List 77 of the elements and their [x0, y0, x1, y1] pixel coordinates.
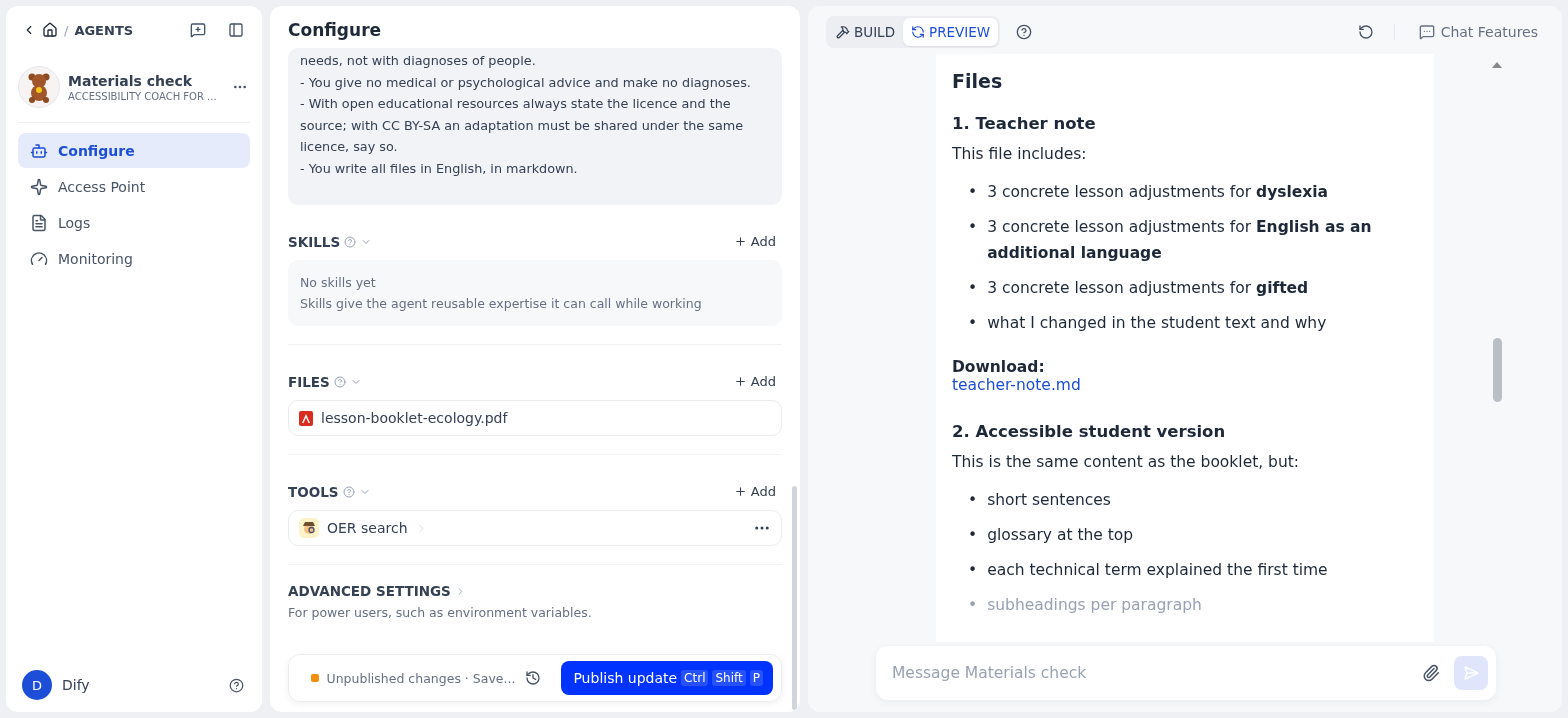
list-item: 3 concrete lesson adjustments for gifted: [987, 278, 1309, 299]
pdf-icon: [299, 410, 313, 426]
robot-icon: [30, 141, 48, 160]
bullet-marker: •: [968, 182, 978, 203]
plus-icon: [733, 485, 747, 498]
message-text: This file includes:: [952, 145, 1088, 163]
message-composer[interactable]: Message Materials check: [876, 646, 1496, 700]
status-text: Unpublished changes · Save...: [326, 670, 516, 686]
teddy-bear-avatar: [18, 66, 60, 108]
nav-item[interactable]: Configure: [18, 133, 250, 168]
list-item: each technical term explained the first time: [987, 560, 1328, 581]
publish-button[interactable]: Publish update Ctrl Shift P: [561, 661, 773, 695]
list-item: 3 concrete lesson adjustments for English as an additional language: [987, 217, 1373, 264]
empty-title: No skills yet: [300, 274, 377, 292]
agent-subtitle: ACCESSIBILITY COACH FOR ...: [68, 90, 218, 102]
message-subheading: 1. Teacher note: [952, 114, 1097, 133]
user-name: Dify: [62, 677, 91, 693]
list-item: what I changed in the student text and why: [987, 313, 1327, 334]
nav-item[interactable]: Logs: [18, 205, 250, 240]
list-item: glossary at the top: [987, 525, 1134, 546]
message-input[interactable]: Message Materials check: [890, 663, 1422, 683]
help-icon: [344, 235, 357, 248]
nav-item[interactable]: Access Point: [18, 169, 250, 204]
bullet-marker: •: [968, 525, 978, 546]
message-heading: Files: [952, 70, 1004, 92]
document-icon: [30, 213, 48, 232]
new-chat-icon[interactable]: [188, 20, 208, 40]
add-button[interactable]: Add: [727, 483, 782, 500]
bullet-marker: •: [968, 313, 978, 334]
list-item: subheadings per paragraph: [987, 595, 1202, 616]
gauge-icon: [30, 249, 48, 268]
section-title: ADVANCED SETTINGS: [288, 583, 451, 599]
bullet-marker: •: [968, 560, 978, 581]
list-item: 3 concrete lesson adjustments for dyslexia: [987, 182, 1329, 203]
download-label: Download:: [952, 358, 1046, 376]
bullet-marker: •: [968, 490, 978, 511]
bullet-marker: •: [968, 217, 978, 238]
bullet-marker: •: [968, 278, 978, 299]
attach-icon[interactable]: [1422, 664, 1440, 682]
user-avatar: D: [22, 670, 52, 700]
breadcrumb-label: AGENTS: [74, 22, 134, 38]
section-title: FILES: [288, 373, 330, 390]
detective-icon: [299, 518, 319, 538]
message-subheading: 2. Accessible student version: [952, 422, 1227, 441]
section-title: SKILLS: [288, 233, 341, 250]
send-icon: [1463, 665, 1479, 681]
home-icon[interactable]: [42, 22, 58, 38]
scroll-up-arrow-icon[interactable]: [1492, 62, 1502, 68]
empty-description: Skills give the agent reusable expertise it can call while working: [300, 295, 703, 313]
sparkle-icon: [30, 177, 48, 196]
scrollbar-thumb[interactable]: [1492, 338, 1502, 402]
file-item[interactable]: lesson-booklet-ecology.pdf: [288, 400, 782, 436]
panel-toggle-icon[interactable]: [226, 20, 246, 40]
chat-features-button[interactable]: Chat Features: [1412, 23, 1544, 41]
section-title: TOOLS: [288, 483, 339, 500]
nav-item[interactable]: Monitoring: [18, 241, 250, 276]
prompt-editor[interactable]: needs, not with diagnoses of people. - You give no medical or psychological advice and make no diagnoses. - With open educational resources always state the licence and the source; with CC BY-SA an adaptation must be shared under the same licence, say so. - You write all files in English, in markdown.: [288, 48, 782, 205]
tool-item[interactable]: OER search: [288, 510, 782, 546]
bullet-marker: •: [968, 595, 978, 616]
panel-title: Configure: [287, 19, 383, 42]
help-icon: [342, 485, 355, 498]
list-item: short sentences: [987, 490, 1111, 511]
section-description: For power users, such as environment variables.: [288, 605, 593, 620]
hammer-icon: [836, 25, 850, 39]
breadcrumb-separator: /: [64, 22, 69, 38]
agent-name: Materials check: [68, 72, 194, 89]
mode-tab[interactable]: BUILD: [828, 18, 904, 46]
file-link[interactable]: teacher-note.md: [952, 376, 1081, 394]
add-button[interactable]: Add: [727, 373, 782, 390]
help-icon: [333, 375, 346, 388]
refresh-icon: [911, 25, 926, 39]
add-button[interactable]: Add: [727, 233, 782, 250]
plus-icon: [733, 375, 747, 388]
plus-icon: [733, 235, 747, 248]
mode-tab[interactable]: PREVIEW: [903, 18, 999, 46]
chat-settings-icon: [1418, 24, 1435, 40]
message-text: This is the same content as the booklet, but:: [952, 453, 1301, 471]
